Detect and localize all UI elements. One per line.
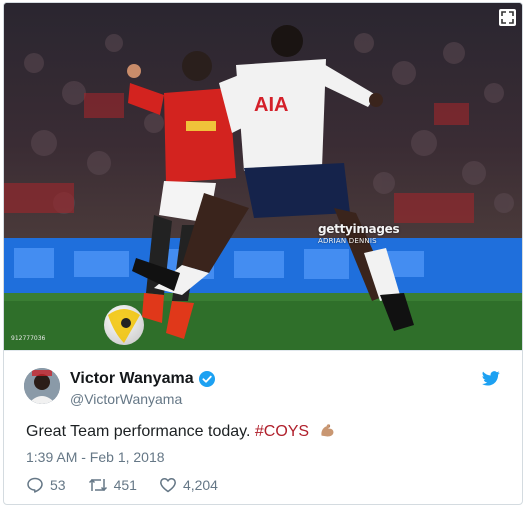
tweet-photo[interactable]: AIA gettyimages ADRIAN DENNIS 912777036 [4, 3, 522, 350]
svg-text:AIA: AIA [254, 94, 288, 116]
tweet-text-main: Great Team performance today. [26, 423, 251, 440]
like-action[interactable]: 4,204 [159, 476, 218, 494]
hashtag-link[interactable]: #COYS [255, 423, 309, 440]
author-display-name[interactable]: Victor Wanyama [70, 370, 194, 388]
reply-count: 53 [50, 477, 66, 493]
twitter-bird-icon[interactable] [482, 371, 500, 386]
embedded-tweet-card[interactable]: AIA gettyimages ADRIAN DENNIS 912777036 [3, 2, 523, 505]
author-handle[interactable]: @VictorWanyama [70, 391, 182, 407]
flexed-biceps-icon [320, 424, 334, 437]
reply-icon [27, 477, 43, 493]
tweet-actions: 53 451 4,204 [26, 476, 240, 494]
heart-icon [159, 478, 176, 493]
retweet-count: 451 [113, 477, 137, 493]
tweet-text: Great Team performance today. #COYS [26, 422, 336, 441]
author-name-row[interactable]: Victor Wanyama [70, 370, 215, 388]
photo-id-label: 912777036 [11, 335, 46, 342]
football-match-photo: AIA [4, 3, 522, 350]
reply-action[interactable]: 53 [26, 476, 66, 494]
expand-photo-icon[interactable] [499, 9, 516, 26]
getty-watermark: gettyimages ADRIAN DENNIS [318, 222, 400, 245]
getty-brand: gettyimages [318, 222, 400, 236]
tweet-timestamp[interactable]: 1:39 AM - Feb 1, 2018 [26, 449, 165, 465]
getty-credit: ADRIAN DENNIS [318, 237, 377, 245]
retweet-icon [88, 478, 107, 492]
tweet-body: Victor Wanyama @VictorWanyama Great Team… [4, 350, 522, 504]
verified-badge-icon [198, 371, 215, 387]
like-count: 4,204 [182, 477, 218, 493]
avatar[interactable] [24, 368, 60, 404]
retweet-action[interactable]: 451 [88, 476, 137, 494]
